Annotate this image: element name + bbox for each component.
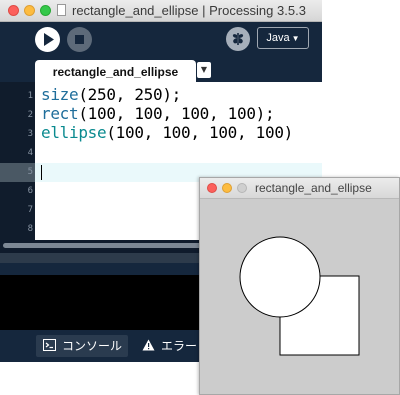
code-args: (100, 100, 100, 100);	[78, 104, 275, 123]
minimize-window-button[interactable]	[24, 5, 35, 16]
line-number: 8	[27, 224, 33, 234]
code-line-3: ellipse(100, 100, 100, 100)	[41, 123, 293, 142]
debug-button[interactable]	[226, 27, 250, 51]
ide-window-title: rectangle_and_ellipse | Processing 3.5.3	[72, 3, 306, 18]
sketch-titlebar: rectangle_and_ellipse	[200, 178, 399, 199]
document-icon	[57, 4, 66, 16]
code-keyword: ellipse	[41, 123, 107, 142]
code-args: (250, 250);	[78, 85, 182, 104]
run-button[interactable]	[35, 27, 60, 52]
line-number: 6	[27, 186, 33, 196]
line-number: 2	[27, 110, 33, 120]
ellipse-shape	[239, 236, 321, 318]
chevron-down-icon: ▼	[291, 34, 300, 43]
line-number-gutter	[0, 82, 35, 240]
warning-icon	[142, 336, 155, 358]
terminal-icon	[43, 336, 56, 358]
text-cursor	[41, 165, 42, 180]
zoom-window-button[interactable]	[40, 5, 51, 16]
code-keyword: size	[41, 85, 79, 104]
line-number: 3	[27, 129, 33, 139]
butterfly-icon	[232, 33, 244, 45]
tab-errors-label: エラー	[161, 339, 198, 353]
mode-selector[interactable]: Java ▼	[257, 27, 309, 49]
sketch-canvas	[200, 199, 399, 394]
sketch-zoom-button	[237, 183, 247, 193]
tab-menu-button[interactable]: ▼	[197, 62, 211, 78]
ide-titlebar: rectangle_and_ellipse | Processing 3.5.3	[0, 0, 322, 22]
stop-button[interactable]	[67, 27, 92, 52]
tab-console-label: コンソール	[62, 339, 123, 353]
stop-icon	[75, 35, 84, 44]
line-number: 1	[27, 91, 33, 101]
code-keyword: rect	[41, 104, 79, 123]
tab-console[interactable]: コンソール	[36, 335, 128, 357]
line-number: 5	[27, 167, 33, 177]
code-line-2: rect(100, 100, 100, 100);	[41, 104, 275, 123]
sketch-window-title: rectangle_and_ellipse	[255, 181, 372, 195]
close-window-button[interactable]	[8, 5, 19, 16]
mode-label: Java	[266, 32, 290, 44]
sketch-minimize-button[interactable]	[222, 183, 232, 193]
code-line-1: size(250, 250);	[41, 85, 181, 104]
code-args: (100, 100, 100, 100)	[106, 123, 294, 142]
sketch-window: rectangle_and_ellipse	[199, 177, 400, 395]
play-icon	[44, 33, 54, 46]
sketch-close-button[interactable]	[207, 183, 217, 193]
line-number: 7	[27, 205, 33, 215]
tab-sketch-file[interactable]: rectangle_and_ellipse	[35, 60, 196, 83]
line-number: 4	[27, 148, 33, 158]
tab-errors[interactable]: エラー	[135, 335, 205, 357]
